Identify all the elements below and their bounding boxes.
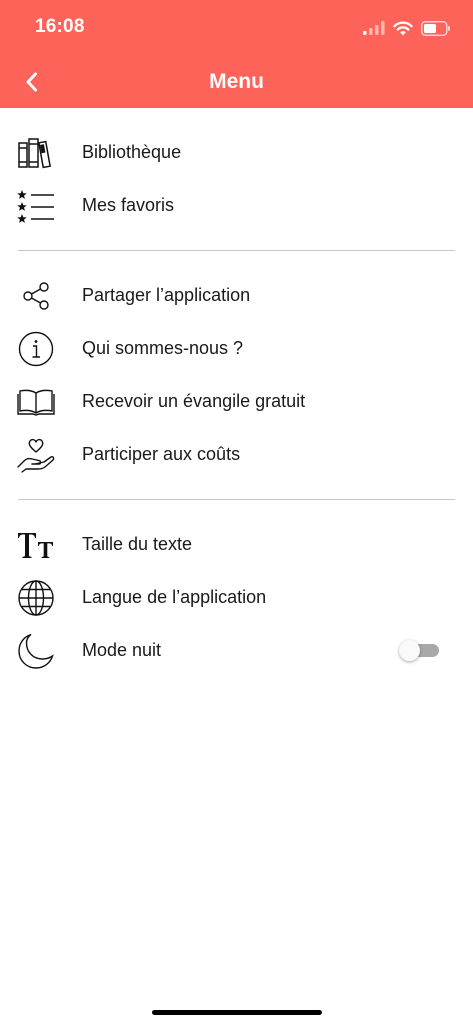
home-indicator — [151, 1010, 322, 1015]
text-size-icon — [16, 525, 56, 565]
info-icon — [16, 329, 56, 369]
menu-item-partager[interactable]: Partager l’application — [0, 269, 473, 322]
header: 16:08 Menu — [0, 0, 473, 108]
share-icon — [16, 276, 56, 316]
menu-item-label: Mes favoris — [82, 195, 175, 215]
menu-item-label: Mode nuit — [82, 640, 162, 660]
menu-item-langue[interactable]: Langue de l’application — [0, 571, 473, 624]
menu-item-mes-favoris[interactable]: Mes favoris — [0, 179, 473, 232]
menu-section-about: Partager l’application Qui sommes-nous ? — [0, 251, 473, 499]
starred-list-icon — [16, 186, 56, 226]
menu-item-label: Partager l’application — [82, 285, 251, 305]
menu-item-label: Qui sommes-nous ? — [82, 338, 244, 358]
menu-section-library: Bibliothèque Mes favoris — [0, 108, 473, 250]
battery-icon — [421, 20, 450, 36]
menu-item-label: Bibliothèque — [82, 142, 182, 162]
menu-item-label: Participer aux coûts — [82, 444, 241, 464]
menu-item-taille-texte[interactable]: Taille du texte — [0, 518, 473, 571]
menu-item-label: Taille du texte — [82, 534, 193, 554]
status-icons — [363, 18, 451, 38]
menu-item-label: Recevoir un évangile gratuit — [82, 391, 306, 411]
menu-item-bibliotheque[interactable]: Bibliothèque — [0, 126, 473, 179]
menu-section-settings: Taille du texte Langue de l’application — [0, 500, 473, 695]
page-title: Menu — [209, 70, 264, 93]
open-book-icon — [16, 382, 56, 422]
moon-icon — [16, 631, 56, 671]
menu-list: Bibliothèque Mes favoris Partager l’appl… — [0, 108, 473, 695]
navigation-bar: Menu — [0, 56, 473, 108]
cellular-signal-icon — [363, 21, 385, 35]
menu-screen: 16:08 Menu Bibliothèque Mes favoris Part… — [0, 0, 473, 1024]
menu-item-mode-nuit[interactable]: Mode nuit — [0, 624, 473, 677]
books-icon — [16, 133, 56, 173]
status-bar: 16:08 — [0, 0, 473, 56]
night-mode-toggle[interactable] — [399, 640, 441, 661]
status-time: 16:08 — [35, 16, 85, 37]
heart-hand-icon — [16, 435, 56, 475]
wifi-icon — [393, 21, 413, 35]
menu-item-recevoir-evangile[interactable]: Recevoir un évangile gratuit — [0, 375, 473, 428]
menu-item-participer[interactable]: Participer aux coûts — [0, 428, 473, 481]
globe-icon — [16, 578, 56, 618]
toggle-knob — [399, 640, 420, 661]
menu-item-qui-sommes-nous[interactable]: Qui sommes-nous ? — [0, 322, 473, 375]
menu-item-label: Langue de l’application — [82, 587, 267, 607]
